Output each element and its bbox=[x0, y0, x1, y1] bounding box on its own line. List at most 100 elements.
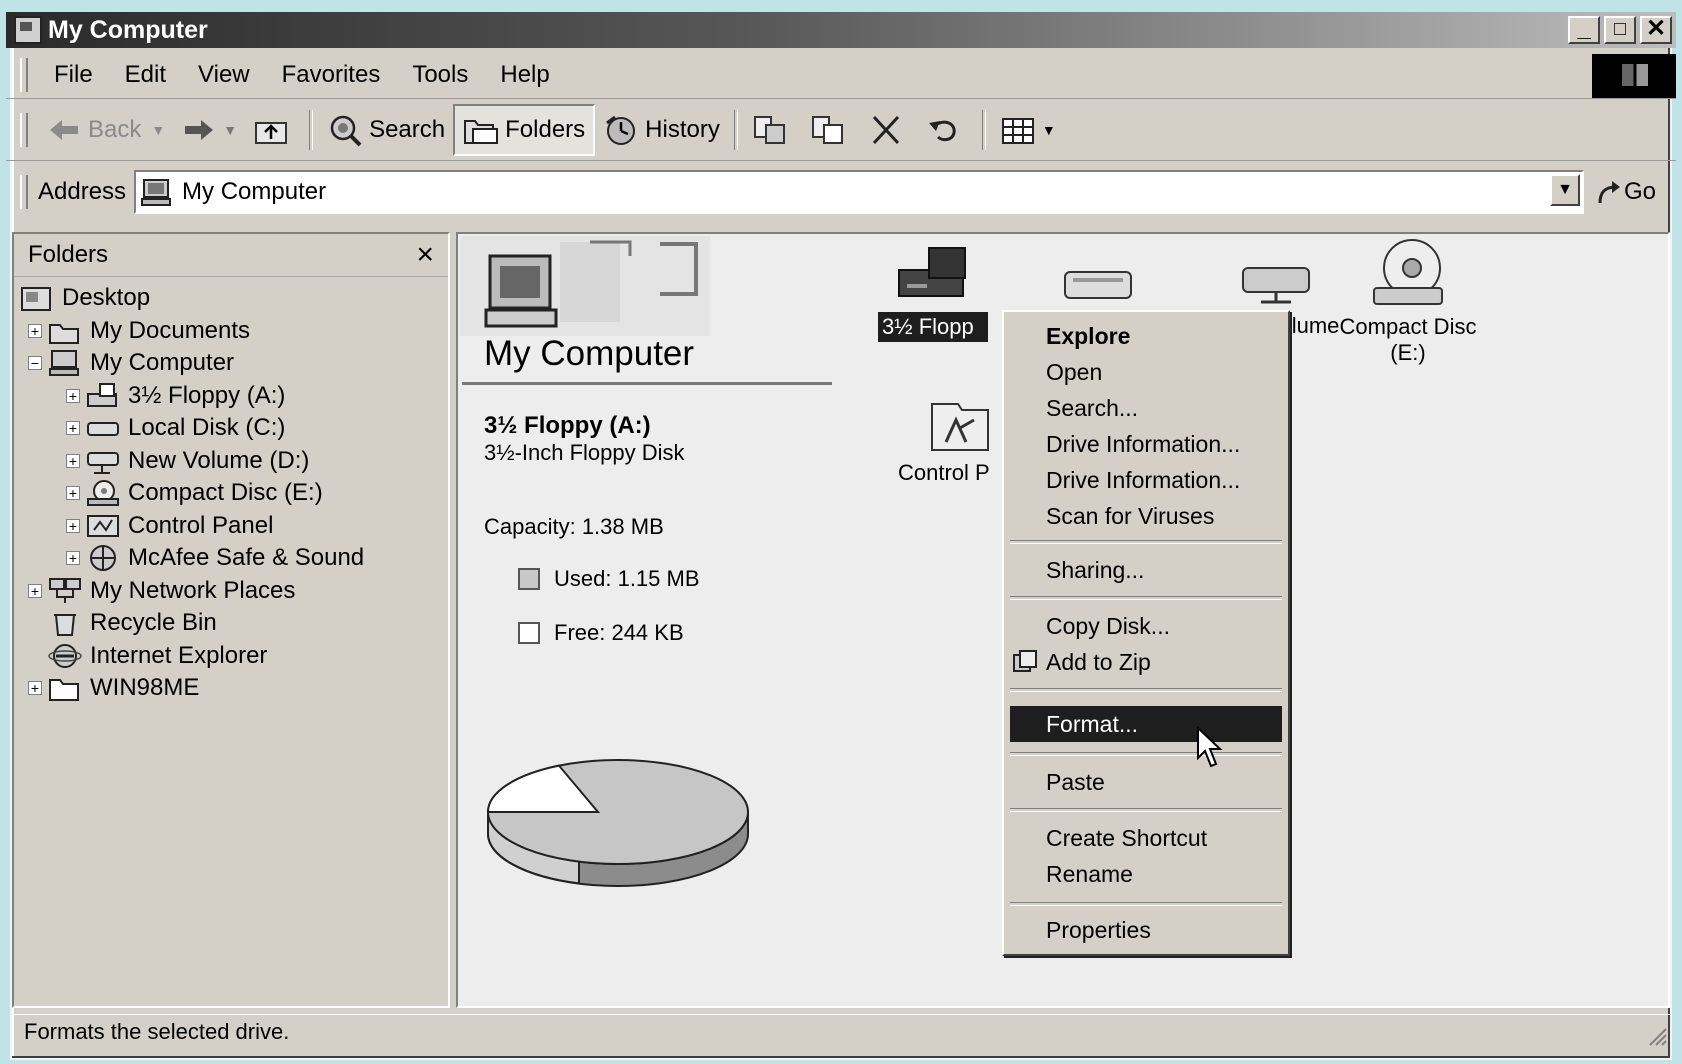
drive-icon-compact-disc[interactable]: Compact Disc (E:) bbox=[1328, 236, 1488, 366]
ctx-copy-disk[interactable]: Copy Disk... bbox=[1010, 608, 1282, 644]
close-folders-pane-button[interactable]: × bbox=[416, 238, 434, 272]
tree-label: My Documents bbox=[90, 316, 251, 344]
drive-icon-control-panel[interactable]: Control P bbox=[898, 394, 1008, 486]
ctx-properties[interactable]: Properties bbox=[1010, 912, 1282, 948]
move-to-icon bbox=[753, 116, 785, 144]
close-button[interactable]: ✕ bbox=[1640, 16, 1672, 44]
toolbar-separator bbox=[981, 110, 986, 150]
ctx-separator bbox=[1010, 596, 1282, 600]
search-button[interactable]: Search bbox=[319, 106, 453, 154]
forward-button[interactable]: ▼ bbox=[173, 106, 245, 154]
tree-item-win98me[interactable]: + WIN98ME bbox=[14, 672, 448, 705]
copy-to-icon bbox=[811, 116, 843, 144]
menubar-grip[interactable] bbox=[20, 58, 28, 92]
menu-tools[interactable]: Tools bbox=[396, 61, 484, 89]
resize-grip-icon[interactable] bbox=[1646, 1025, 1668, 1047]
tree-item-desktop[interactable]: Desktop bbox=[14, 282, 448, 315]
cd-drive-icon bbox=[87, 480, 119, 507]
tree-item-internet-explorer[interactable]: Internet Explorer bbox=[14, 640, 448, 673]
ctx-explore[interactable]: Explore bbox=[1010, 318, 1282, 354]
copy-to-button[interactable] bbox=[802, 106, 860, 154]
ctx-add-to-zip[interactable]: Add to Zip bbox=[1010, 644, 1282, 680]
tree-item-recycle-bin[interactable]: Recycle Bin bbox=[14, 607, 448, 640]
menu-file[interactable]: File bbox=[38, 61, 109, 89]
tree-label: WIN98ME bbox=[90, 674, 200, 702]
folders-button[interactable]: Folders bbox=[453, 104, 596, 156]
forward-dropdown-icon[interactable]: ▼ bbox=[223, 122, 237, 138]
expand-icon[interactable]: + bbox=[28, 323, 42, 338]
menu-edit[interactable]: Edit bbox=[109, 61, 182, 89]
menu-view[interactable]: View bbox=[182, 61, 266, 89]
ctx-sharing[interactable]: Sharing... bbox=[1010, 552, 1282, 588]
back-dropdown-icon[interactable]: ▼ bbox=[151, 122, 165, 138]
folder-icon bbox=[49, 679, 79, 702]
title-bar[interactable]: My Computer _ □ ✕ bbox=[6, 12, 1676, 48]
tree-item-my-documents[interactable]: + My Documents bbox=[14, 315, 448, 348]
expand-icon[interactable]: + bbox=[66, 388, 80, 403]
search-icon bbox=[330, 115, 362, 147]
ctx-paste[interactable]: Paste bbox=[1010, 764, 1282, 800]
address-input[interactable]: My Computer ▼ bbox=[134, 170, 1584, 214]
minimize-button[interactable]: _ bbox=[1568, 16, 1600, 44]
network-drive-icon bbox=[87, 451, 119, 474]
address-dropdown-button[interactable]: ▼ bbox=[1549, 174, 1580, 206]
menu-favorites[interactable]: Favorites bbox=[266, 61, 397, 89]
address-grip[interactable] bbox=[20, 175, 28, 209]
tree-item-floppy[interactable]: + 3½ Floppy (A:) bbox=[14, 380, 448, 413]
free-swatch bbox=[518, 622, 540, 644]
disk-usage-pie-chart bbox=[486, 759, 749, 887]
back-button[interactable]: Back ▼ bbox=[38, 106, 173, 154]
tree-item-new-volume[interactable]: + New Volume (D:) bbox=[14, 445, 448, 478]
toolbar-separator bbox=[309, 110, 314, 150]
history-button[interactable]: History bbox=[595, 106, 728, 154]
expand-icon[interactable]: + bbox=[66, 486, 80, 501]
expand-icon[interactable]: + bbox=[28, 583, 42, 598]
tree-item-mcafee[interactable]: + McAfee Safe & Sound bbox=[14, 542, 448, 575]
floppy-drive-icon bbox=[87, 382, 117, 407]
page-title: My Computer bbox=[484, 334, 695, 373]
tree-item-control-panel[interactable]: + Control Panel bbox=[14, 510, 448, 543]
status-bar: Formats the selected drive. bbox=[12, 1014, 1670, 1049]
forward-arrow-icon bbox=[185, 120, 214, 140]
ctx-scan-for-viruses[interactable]: Scan for Viruses bbox=[1010, 498, 1282, 534]
up-folder-button[interactable] bbox=[245, 106, 303, 154]
toolbar-grip[interactable] bbox=[20, 113, 28, 147]
history-label: History bbox=[645, 116, 720, 143]
drive-icon-floppy[interactable]: 3½ Flopp bbox=[878, 244, 988, 342]
expand-icon[interactable]: + bbox=[66, 518, 80, 533]
expand-icon[interactable]: + bbox=[66, 453, 80, 468]
drive-icon-local-disk[interactable] bbox=[1048, 264, 1148, 310]
tree-item-my-computer[interactable]: − My Computer bbox=[14, 347, 448, 380]
ctx-create-shortcut[interactable]: Create Shortcut bbox=[1010, 820, 1282, 856]
ctx-search[interactable]: Search... bbox=[1010, 390, 1282, 426]
ctx-rename[interactable]: Rename bbox=[1010, 856, 1282, 892]
expand-icon[interactable]: + bbox=[66, 551, 80, 566]
delete-button[interactable] bbox=[860, 106, 918, 154]
maximize-button[interactable]: □ bbox=[1604, 16, 1636, 44]
my-computer-banner-graphic bbox=[460, 236, 710, 336]
expand-icon[interactable]: + bbox=[28, 681, 42, 696]
tree-label: Local Disk (C:) bbox=[128, 414, 286, 442]
ctx-drive-information-1[interactable]: Drive Information... bbox=[1010, 426, 1282, 462]
desktop-icon bbox=[21, 287, 51, 312]
go-label: Go bbox=[1623, 178, 1656, 205]
toolbar: Back ▼ ▼ Search Folders History ▼ bbox=[6, 100, 1676, 161]
ctx-drive-information-2[interactable]: Drive Information... bbox=[1010, 462, 1282, 498]
collapse-icon[interactable]: − bbox=[28, 356, 42, 371]
search-label: Search bbox=[369, 116, 446, 143]
tree-item-local-disk[interactable]: + Local Disk (C:) bbox=[14, 412, 448, 445]
folder-tree: Desktop + My Documents − My Computer + 3… bbox=[14, 282, 448, 705]
tree-item-network-places[interactable]: + My Network Places bbox=[14, 575, 448, 608]
ctx-format[interactable]: Format... bbox=[1010, 706, 1282, 742]
views-button[interactable]: ▼ bbox=[992, 106, 1064, 154]
undo-button[interactable] bbox=[918, 106, 976, 154]
ctx-open[interactable]: Open bbox=[1010, 354, 1282, 390]
address-bar: Address My Computer ▼ Go bbox=[6, 166, 1676, 218]
move-to-button[interactable] bbox=[744, 106, 802, 154]
go-button[interactable]: Go bbox=[1594, 177, 1656, 207]
expand-icon[interactable]: + bbox=[66, 421, 80, 436]
menu-help[interactable]: Help bbox=[484, 61, 565, 89]
tree-item-compact-disc[interactable]: + Compact Disc (E:) bbox=[14, 477, 448, 510]
ctx-separator bbox=[1010, 752, 1282, 756]
go-arrow-icon bbox=[1598, 181, 1620, 204]
